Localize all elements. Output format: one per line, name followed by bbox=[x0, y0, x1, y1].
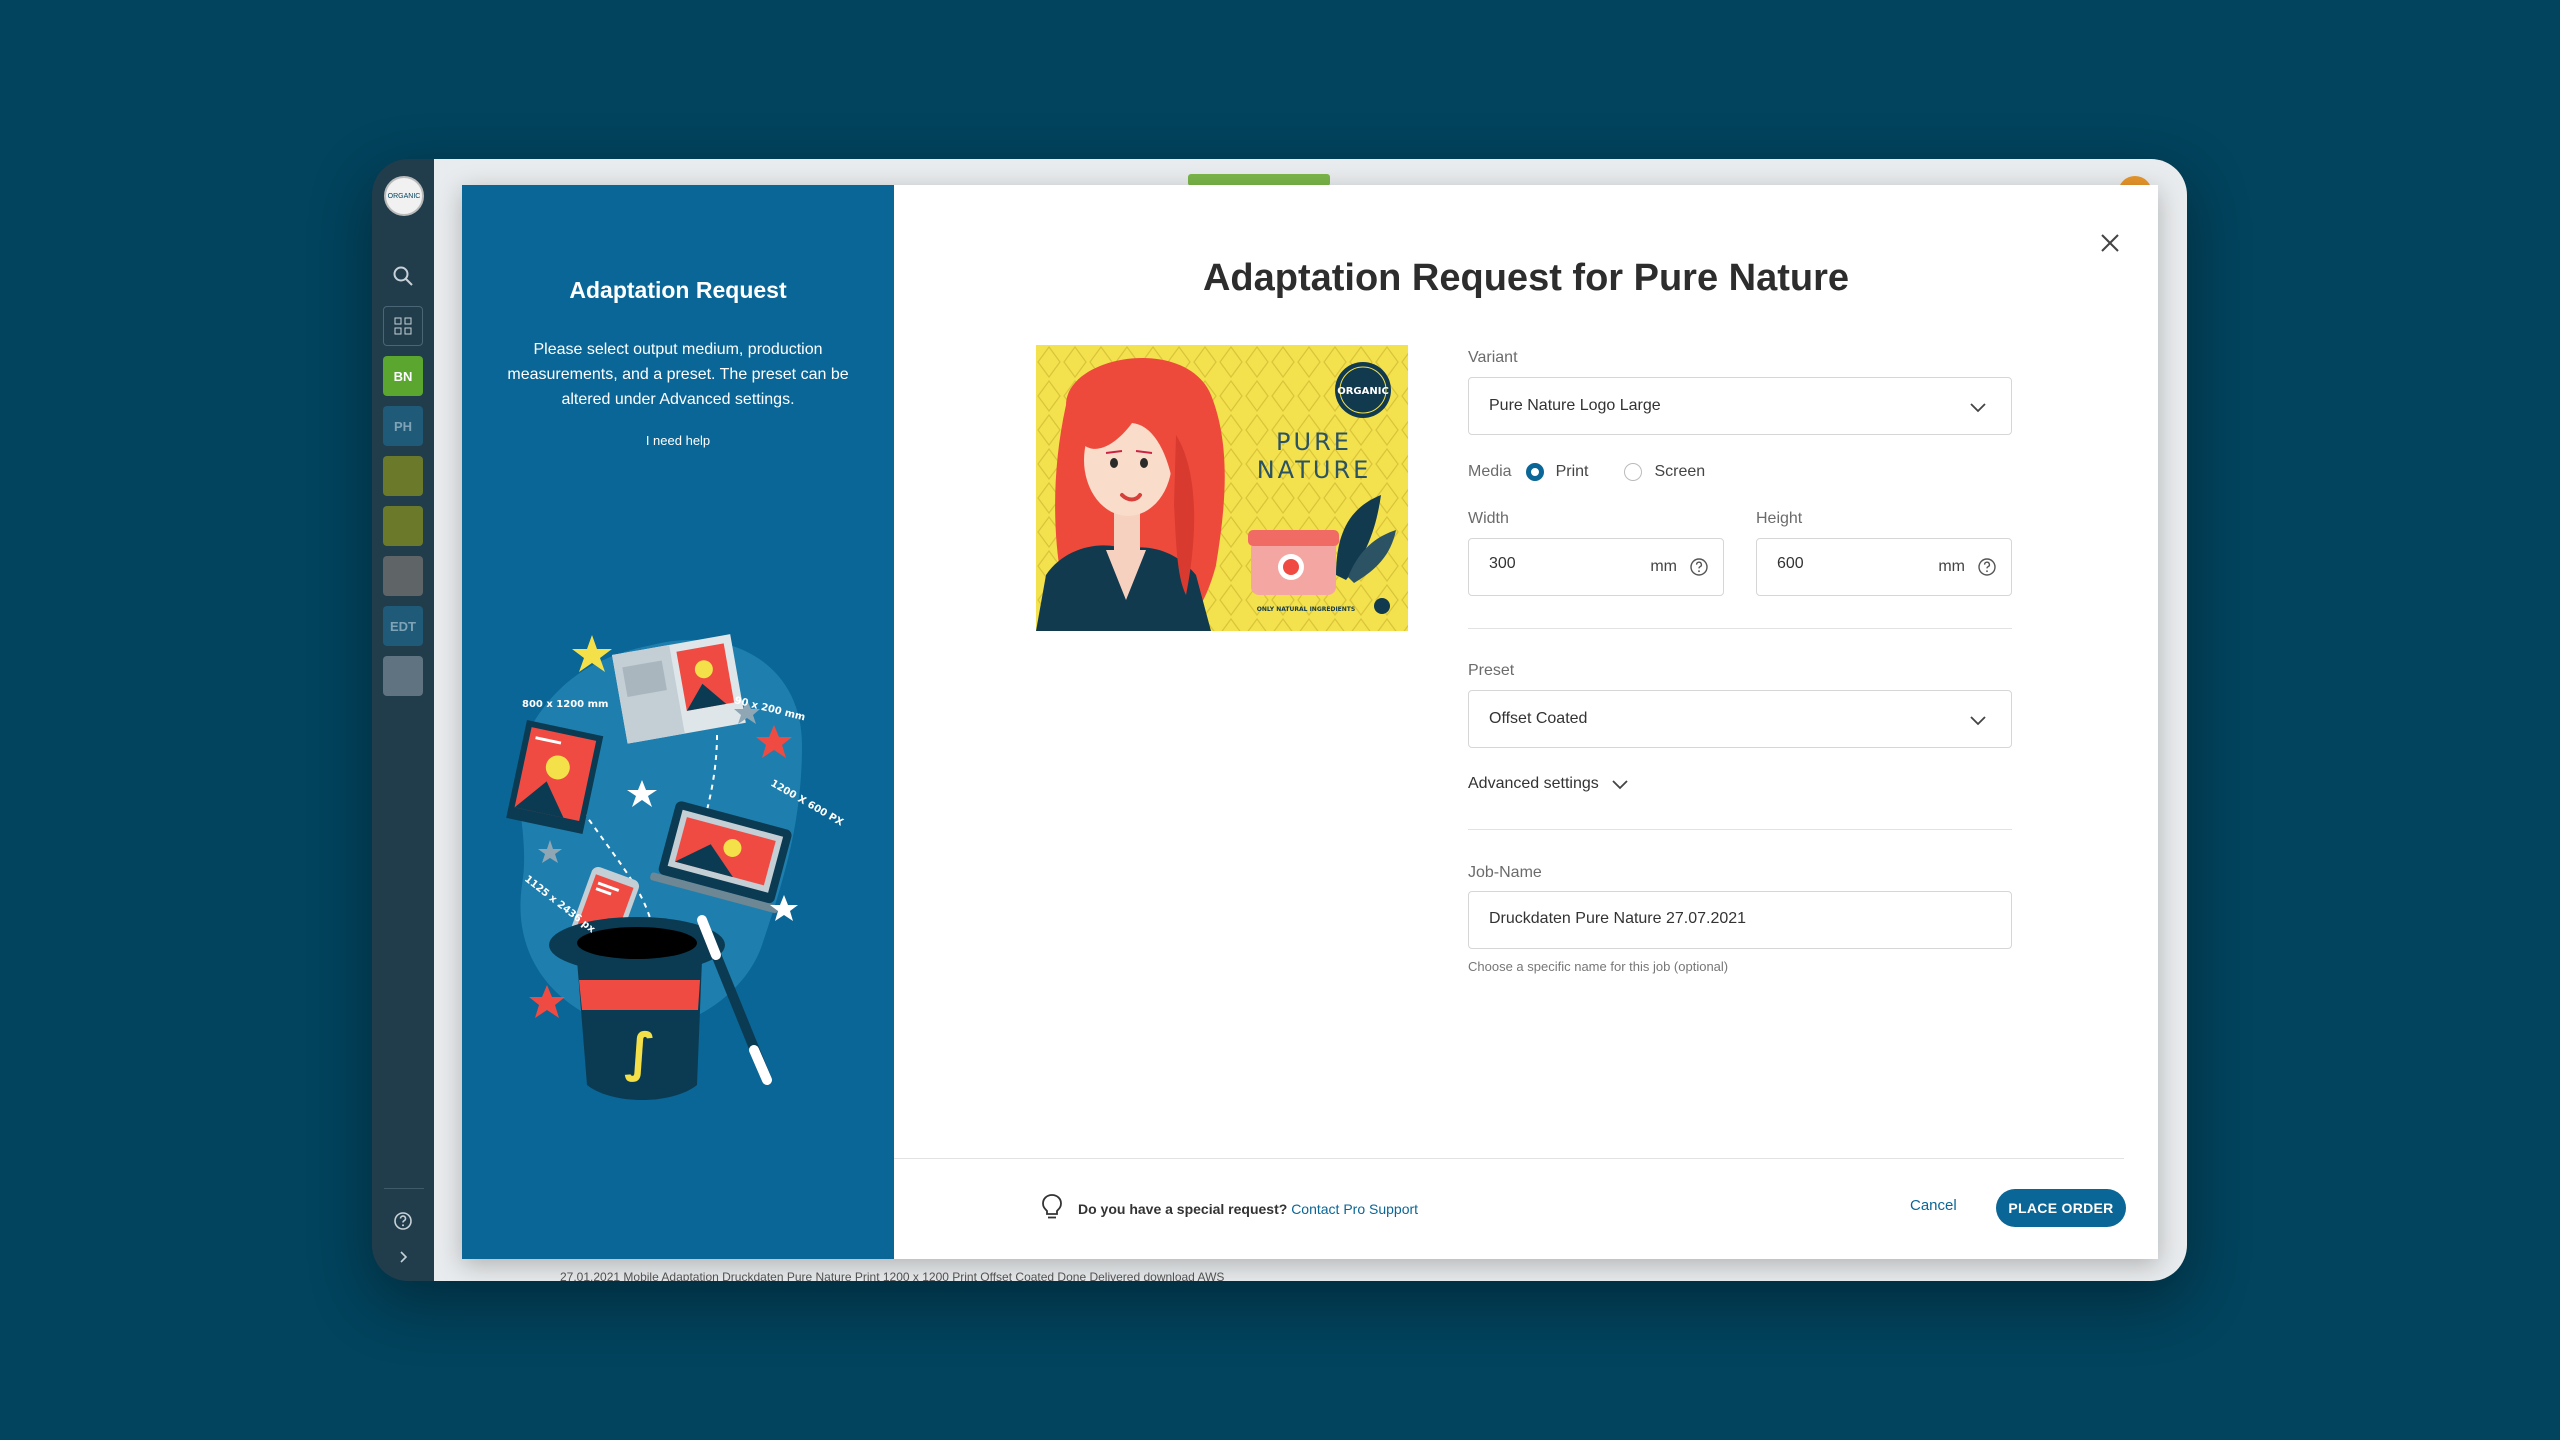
preset-value: Offset Coated bbox=[1489, 710, 1588, 727]
height-field: mm bbox=[1756, 538, 2012, 596]
organic-logo[interactable]: ORGANIC bbox=[384, 176, 424, 216]
sidebar-item-5[interactable] bbox=[383, 456, 423, 496]
place-order-button[interactable]: PLACE ORDER bbox=[1996, 1189, 2126, 1227]
special-request-text: Do you have a special request? Contact P… bbox=[1078, 1201, 1418, 1217]
preview-badge-text: ORGANIC bbox=[1337, 386, 1389, 397]
preview-tagline: ONLY NATURAL INGREDIENTS bbox=[1257, 606, 1355, 613]
expand-chevron-icon[interactable] bbox=[383, 1237, 423, 1277]
cancel-button[interactable]: Cancel bbox=[1910, 1197, 1957, 1214]
sidebar-item-edt[interactable]: EDT bbox=[383, 606, 423, 646]
sidebar-item-6[interactable] bbox=[383, 506, 423, 546]
asset-preview-image: ORGANIC PURE NATURE ONLY NATURAL INGREDI… bbox=[1036, 345, 1408, 631]
chevron-down-icon bbox=[1970, 716, 1986, 726]
variant-value: Pure Nature Logo Large bbox=[1489, 397, 1661, 414]
job-name-hint: Choose a specific name for this job (opt… bbox=[1468, 959, 1729, 974]
job-name-field bbox=[1468, 891, 2012, 949]
search-icon[interactable] bbox=[383, 256, 423, 296]
advanced-settings-toggle[interactable]: Advanced settings bbox=[1468, 775, 1629, 793]
job-name-input[interactable] bbox=[1489, 910, 1989, 928]
sidebar-item-7[interactable] bbox=[383, 556, 423, 596]
info-panel-title: Adaptation Request bbox=[569, 277, 787, 303]
media-label: Media bbox=[1468, 463, 1512, 480]
preview-brand-line2: NATURE bbox=[1257, 456, 1372, 484]
media-print-label[interactable]: Print bbox=[1556, 463, 1589, 481]
rail-divider bbox=[384, 1188, 424, 1189]
sidebar-item-bn[interactable]: BN bbox=[383, 356, 423, 396]
height-unit: mm bbox=[1938, 558, 1965, 575]
height-input[interactable] bbox=[1777, 555, 1917, 573]
job-name-label: Job-Name bbox=[1468, 864, 1542, 881]
media-screen-radio[interactable] bbox=[1624, 463, 1643, 481]
chevron-down-icon bbox=[1612, 780, 1628, 790]
width-help-icon[interactable] bbox=[1689, 557, 1709, 577]
width-label: Width bbox=[1468, 510, 1509, 527]
info-panel-description: Please select output medium, production … bbox=[507, 341, 849, 408]
width-input[interactable] bbox=[1489, 555, 1629, 573]
magic-hat-illustration: ∫ 800 x 1200 mm 90 x 200 mm 1200 X 600 P… bbox=[506, 634, 845, 1100]
special-request-question: Do you have a special request? bbox=[1078, 1201, 1288, 1217]
modal-title: Adaptation Request for Pure Nature bbox=[1202, 257, 1850, 299]
preview-brand-line1: PURE bbox=[1276, 428, 1352, 456]
media-radio-group: Media Print Screen bbox=[1468, 461, 1705, 483]
adaptation-modal: Adaptation Request Please select output … bbox=[462, 185, 2158, 1259]
width-unit: mm bbox=[1650, 558, 1677, 575]
illustration-label-1: 800 x 1200 mm bbox=[522, 699, 608, 710]
footer-divider bbox=[894, 1158, 2124, 1159]
sidebar-item-9[interactable] bbox=[383, 656, 423, 696]
info-panel: Adaptation Request Please select output … bbox=[462, 185, 894, 1259]
preset-select[interactable]: Offset Coated bbox=[1468, 690, 2012, 748]
close-icon bbox=[2101, 234, 2119, 252]
height-help-icon[interactable] bbox=[1977, 557, 1997, 577]
need-help-link[interactable]: I need help bbox=[462, 433, 894, 448]
lightbulb-icon bbox=[1042, 1194, 1062, 1219]
media-screen-label[interactable]: Screen bbox=[1654, 463, 1705, 481]
section-divider bbox=[1468, 628, 2012, 629]
variant-label: Variant bbox=[1468, 349, 1518, 366]
height-label: Height bbox=[1756, 510, 1803, 527]
preset-label: Preset bbox=[1468, 662, 1515, 679]
help-icon[interactable] bbox=[383, 1201, 423, 1241]
svg-text:∫: ∫ bbox=[624, 1023, 656, 1083]
chevron-down-icon bbox=[1970, 403, 1986, 413]
variant-select[interactable]: Pure Nature Logo Large bbox=[1468, 377, 2012, 435]
advanced-settings-label: Advanced settings bbox=[1468, 775, 1599, 792]
width-field: mm bbox=[1468, 538, 1724, 596]
sidebar-item-ph[interactable]: PH bbox=[383, 406, 423, 446]
background-table-row: 27.01.2021 Mobile Adaptation Druckdaten … bbox=[560, 1270, 1225, 1281]
grid-icon[interactable] bbox=[383, 306, 423, 346]
media-print-radio[interactable] bbox=[1525, 463, 1544, 481]
contact-pro-support-link[interactable]: Contact Pro Support bbox=[1291, 1201, 1418, 1217]
section-divider bbox=[1468, 829, 2012, 830]
